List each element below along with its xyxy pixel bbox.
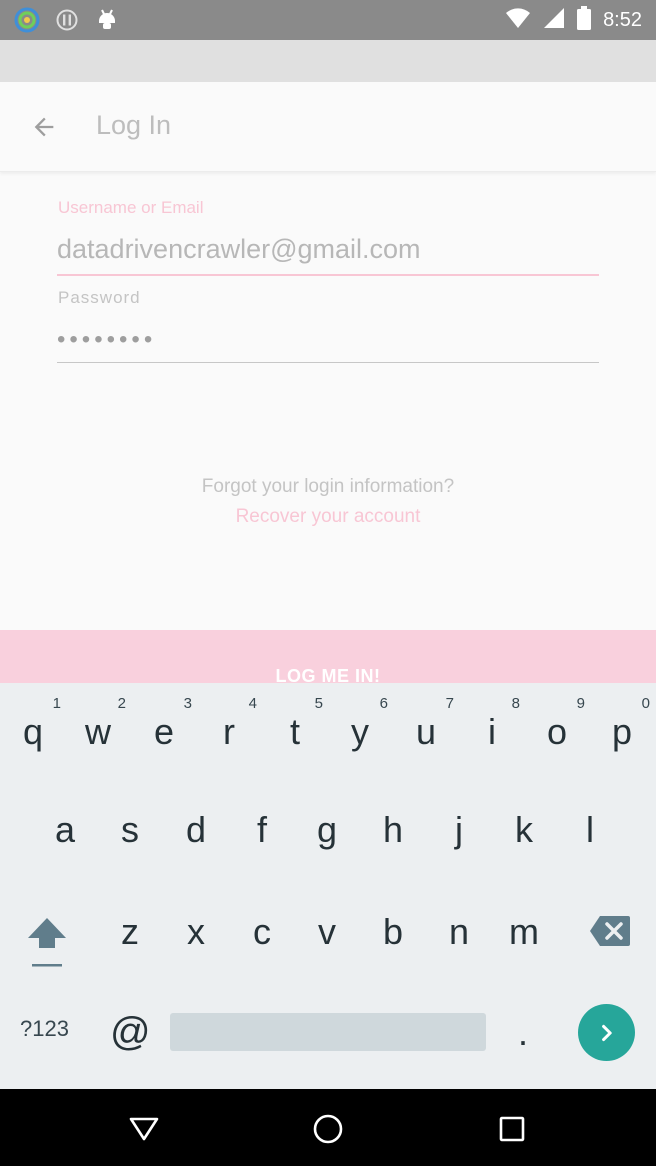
key-hint: 0 — [641, 695, 650, 712]
square-recents-icon — [499, 1116, 525, 1142]
status-bar: 8:52 — [0, 0, 656, 40]
android-icon — [94, 7, 120, 33]
key-label: a — [54, 809, 76, 850]
login-button[interactable]: LOG ME IN! — [0, 630, 656, 684]
status-time: 8:52 — [603, 9, 642, 31]
key-label: l — [586, 809, 594, 850]
arrow-back-icon — [34, 117, 54, 137]
key-b[interactable]: b — [361, 683, 425, 952]
key-label: g — [316, 809, 338, 850]
alert-icon — [54, 7, 80, 33]
symbols-key[interactable]: ?123 — [20, 1016, 69, 1042]
username-label: Username or Email — [58, 198, 204, 217]
enter-key[interactable] — [578, 1004, 635, 1061]
key-label: n — [448, 911, 470, 952]
key-n[interactable]: n — [427, 683, 491, 952]
key-label: c — [253, 911, 271, 952]
key-z[interactable]: z — [98, 683, 162, 952]
key-label: b — [382, 911, 404, 952]
key-label: k — [515, 809, 533, 850]
backspace-icon — [590, 916, 630, 946]
login-button-label: LOG ME IN! — [275, 666, 381, 684]
key-label: d — [185, 809, 207, 850]
chevron-right-icon — [601, 1024, 612, 1041]
period-key[interactable]: . — [518, 1012, 528, 1054]
space-key[interactable] — [170, 1013, 486, 1051]
app-bar: Log In — [0, 82, 656, 172]
backspace-key[interactable] — [588, 914, 632, 948]
key-m[interactable]: m — [492, 683, 556, 952]
key-label: v — [318, 911, 336, 952]
back-button[interactable] — [22, 105, 66, 149]
forgot-login-text: Forgot your login information? — [201, 476, 455, 497]
recover-account-link[interactable]: Recover your account — [0, 506, 656, 528]
key-label: f — [256, 809, 267, 850]
key-a[interactable]: a — [33, 683, 97, 850]
key-label: j — [455, 809, 463, 850]
circle-home-icon — [313, 1114, 343, 1144]
key-c[interactable]: c — [230, 683, 294, 952]
key-l[interactable]: l — [558, 683, 622, 850]
key-label: h — [382, 809, 404, 850]
app-ring-icon — [14, 7, 40, 33]
battery-icon — [577, 6, 592, 35]
key-x[interactable]: x — [164, 683, 228, 952]
key-v[interactable]: v — [295, 683, 359, 952]
page-title: Log In — [96, 110, 172, 140]
key-label: s — [121, 809, 139, 850]
wifi-icon — [505, 7, 531, 34]
password-label: Password — [58, 288, 141, 307]
shift-icon — [28, 918, 66, 967]
username-field[interactable]: datadrivencrawler@gmail.com — [57, 234, 599, 276]
nav-back-button[interactable] — [124, 1109, 164, 1149]
header-band — [0, 40, 656, 82]
password-field[interactable]: •••••••• — [57, 326, 599, 363]
at-key[interactable]: @ — [110, 1010, 151, 1055]
key-label: x — [187, 911, 205, 952]
nav-recents-button[interactable] — [492, 1109, 532, 1149]
navigation-bar — [0, 1089, 656, 1166]
key-label: m — [509, 911, 539, 952]
triangle-back-icon — [129, 1117, 159, 1141]
shift-key[interactable] — [24, 914, 70, 970]
signal-icon — [543, 7, 565, 34]
key-label: z — [121, 911, 139, 952]
nav-home-button[interactable] — [308, 1109, 348, 1149]
